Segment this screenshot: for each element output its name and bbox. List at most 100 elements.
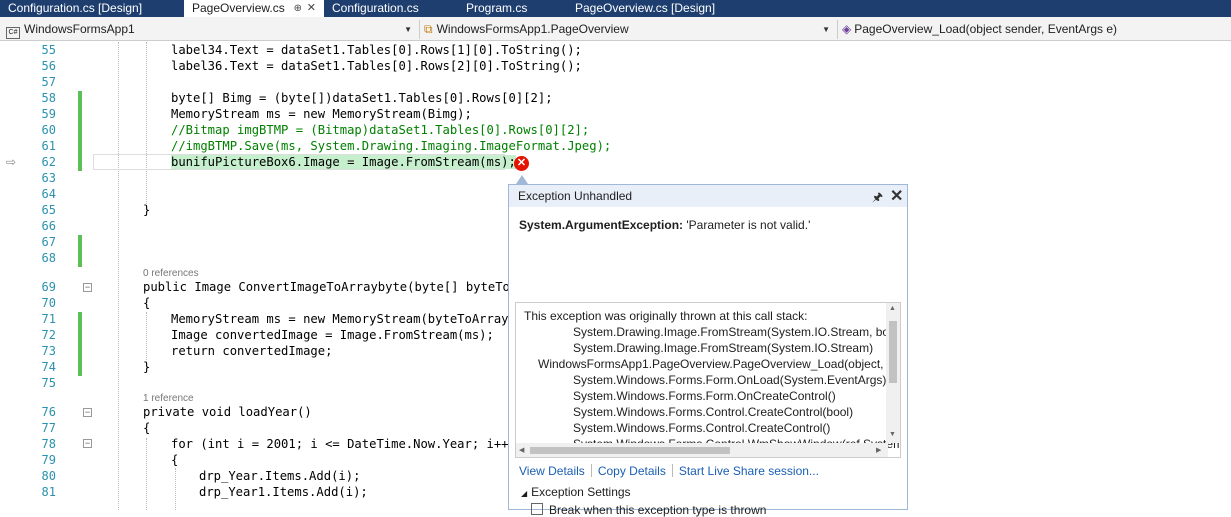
line-number: 81 bbox=[41, 485, 56, 499]
tab-label: PageOverview.cs [Design] bbox=[575, 1, 716, 15]
tab-pageoverview-cs[interactable]: PageOverview.cs ⊕ ✕ bbox=[184, 0, 324, 17]
scroll-thumb[interactable] bbox=[889, 321, 897, 383]
exception-text: 'Parameter is not valid.' bbox=[686, 218, 811, 232]
scroll-down-icon[interactable]: ▼ bbox=[889, 431, 896, 438]
line-number: 77 bbox=[41, 421, 56, 435]
collapse-toggle[interactable]: − bbox=[83, 439, 92, 448]
code-line[interactable]: private void loadYear() bbox=[143, 405, 312, 419]
line-number: 64 bbox=[41, 187, 56, 201]
code-line[interactable]: public Image ConvertImageToArraybyte(byt… bbox=[143, 280, 525, 294]
code-line-error[interactable]: bunifuPictureBox6.Image = Image.FromStre… bbox=[171, 155, 516, 169]
vertical-scrollbar[interactable]: ▲ ▼ bbox=[886, 303, 900, 443]
exception-type: System.ArgumentException: bbox=[519, 218, 684, 232]
line-number: 63 bbox=[41, 171, 56, 185]
code-line[interactable]: label36.Text = dataSet1.Tables[0].Rows[2… bbox=[171, 59, 582, 73]
scroll-thumb[interactable] bbox=[530, 447, 730, 454]
line-number: 70 bbox=[41, 296, 56, 310]
tab-label: PageOverview.cs bbox=[192, 1, 285, 15]
view-details-link[interactable]: View Details bbox=[519, 464, 585, 478]
codelens-references[interactable]: 0 references bbox=[143, 268, 199, 279]
code-line[interactable]: drp_Year.Items.Add(i); bbox=[199, 469, 360, 483]
tab-pageoverview-design[interactable]: PageOverview.cs [Design] bbox=[567, 0, 767, 17]
live-share-link[interactable]: Start Live Share session... bbox=[679, 464, 819, 478]
stack-frame[interactable]: System.Drawing.Image.FromStream(System.I… bbox=[573, 341, 873, 355]
line-number: 79 bbox=[41, 453, 56, 467]
error-icon[interactable]: ✕ bbox=[514, 156, 529, 171]
tab-label: Configuration.cs [Design] bbox=[8, 1, 143, 15]
checkbox-label: Break when this exception type is thrown bbox=[549, 503, 767, 517]
code-line[interactable]: { bbox=[171, 453, 178, 467]
tab-label: Program.cs bbox=[466, 1, 528, 15]
code-line[interactable]: MemoryStream ms = new MemoryStream(byteT… bbox=[171, 312, 523, 326]
break-on-exception-option[interactable]: Break when this exception type is thrown bbox=[531, 503, 766, 517]
class-dropdown[interactable]: ⧉ WindowsFormsApp1.PageOverview ▼ bbox=[424, 20, 834, 39]
line-number: 76 bbox=[41, 405, 56, 419]
member-dropdown[interactable]: ◈ PageOverview_Load(object sender, EventA… bbox=[842, 20, 1227, 39]
code-line[interactable]: MemoryStream ms = new MemoryStream(Bimg)… bbox=[171, 107, 472, 121]
code-line[interactable]: { bbox=[143, 421, 150, 435]
collapse-toggle[interactable]: − bbox=[83, 283, 92, 292]
break-checkbox[interactable] bbox=[531, 503, 543, 515]
line-number: 80 bbox=[41, 469, 56, 483]
tab-configuration-cs[interactable]: Configuration.cs bbox=[324, 0, 458, 17]
line-number: 61 bbox=[41, 139, 56, 153]
stack-frame[interactable]: System.Windows.Forms.Control.CreateContr… bbox=[573, 421, 830, 435]
divider bbox=[837, 20, 838, 39]
close-icon[interactable]: ✕ bbox=[307, 0, 316, 17]
exception-settings-label: Exception Settings bbox=[531, 485, 631, 499]
code-line[interactable]: } bbox=[143, 360, 150, 374]
code-line[interactable]: for (int i = 2001; i <= DateTime.Now.Yea… bbox=[171, 437, 516, 451]
code-line[interactable]: //Bitmap imgBTMP = (Bitmap)dataSet1.Tabl… bbox=[171, 123, 589, 137]
close-icon[interactable]: ✕ bbox=[890, 186, 903, 206]
line-number: 68 bbox=[41, 251, 56, 265]
line-number: 71 bbox=[41, 312, 56, 326]
code-line[interactable]: { bbox=[143, 296, 150, 310]
chevron-down-icon: ▼ bbox=[404, 25, 412, 34]
tab-label: Configuration.cs bbox=[332, 1, 419, 15]
line-number: 55 bbox=[41, 43, 56, 57]
code-line[interactable]: drp_Year1.Items.Add(i); bbox=[199, 485, 368, 499]
code-line[interactable]: return convertedImage; bbox=[171, 344, 332, 358]
line-number: 59 bbox=[41, 107, 56, 121]
code-line[interactable]: byte[] Bimg = (byte[])dataSet1.Tables[0]… bbox=[171, 91, 553, 105]
stack-frame[interactable]: System.Windows.Forms.Form.OnLoad(System.… bbox=[573, 373, 886, 387]
stack-frame[interactable]: System.Drawing.Image.FromStream(System.I… bbox=[573, 325, 896, 339]
scroll-up-icon[interactable]: ▲ bbox=[889, 305, 896, 312]
indent-guide bbox=[146, 438, 147, 510]
divider bbox=[671, 464, 673, 477]
line-number: 74 bbox=[41, 360, 56, 374]
line-number: 73 bbox=[41, 344, 56, 358]
line-number: 72 bbox=[41, 328, 56, 342]
indent-guide bbox=[146, 42, 147, 210]
line-number: 65 bbox=[41, 203, 56, 217]
pin-icon[interactable]: 🖈 bbox=[872, 188, 883, 209]
stack-frame[interactable]: System.Windows.Forms.Form.OnCreateContro… bbox=[573, 389, 836, 403]
pin-icon[interactable]: ⊕ bbox=[294, 0, 302, 17]
exception-settings-toggle[interactable]: ◢ Exception Settings bbox=[521, 485, 631, 499]
stack-frame[interactable]: System.Windows.Forms.Control.CreateContr… bbox=[573, 405, 853, 419]
line-number: 60 bbox=[41, 123, 56, 137]
document-tab-bar: Configuration.cs [Design] PageOverview.c… bbox=[0, 0, 1231, 17]
collapse-toggle[interactable]: − bbox=[83, 408, 92, 417]
line-number: 69 bbox=[41, 280, 56, 294]
code-line[interactable]: Image convertedImage = Image.FromStream(… bbox=[171, 328, 494, 342]
code-line[interactable]: //imgBTMP.Save(ms, System.Drawing.Imagin… bbox=[171, 139, 611, 153]
codelens-references[interactable]: 1 reference bbox=[143, 393, 194, 404]
divider bbox=[419, 20, 420, 39]
line-number: 56 bbox=[41, 59, 56, 73]
horizontal-scrollbar[interactable]: ◀ ▶ bbox=[516, 443, 888, 457]
project-dropdown[interactable]: C# WindowsFormsApp1 ▼ bbox=[6, 20, 416, 39]
code-line[interactable]: } bbox=[143, 203, 150, 217]
indent-guide bbox=[118, 42, 119, 510]
scroll-right-icon[interactable]: ▶ bbox=[876, 446, 881, 454]
call-stack-box[interactable]: This exception was originally thrown at … bbox=[515, 302, 901, 458]
tab-program-cs[interactable]: Program.cs bbox=[458, 0, 567, 17]
line-number: 57 bbox=[41, 75, 56, 89]
exception-links: View Details Copy Details Start Live Share… bbox=[519, 464, 819, 478]
copy-details-link[interactable]: Copy Details bbox=[598, 464, 666, 478]
tab-configuration-design[interactable]: Configuration.cs [Design] bbox=[0, 0, 184, 17]
exception-helper-popup: Exception Unhandled 🖈 ✕ System.ArgumentE… bbox=[508, 184, 908, 517]
stack-frame[interactable]: WindowsFormsApp1.PageOverview.PageOvervi… bbox=[538, 357, 895, 371]
code-line[interactable]: label34.Text = dataSet1.Tables[0].Rows[1… bbox=[171, 43, 582, 57]
scroll-left-icon[interactable]: ◀ bbox=[519, 446, 524, 454]
